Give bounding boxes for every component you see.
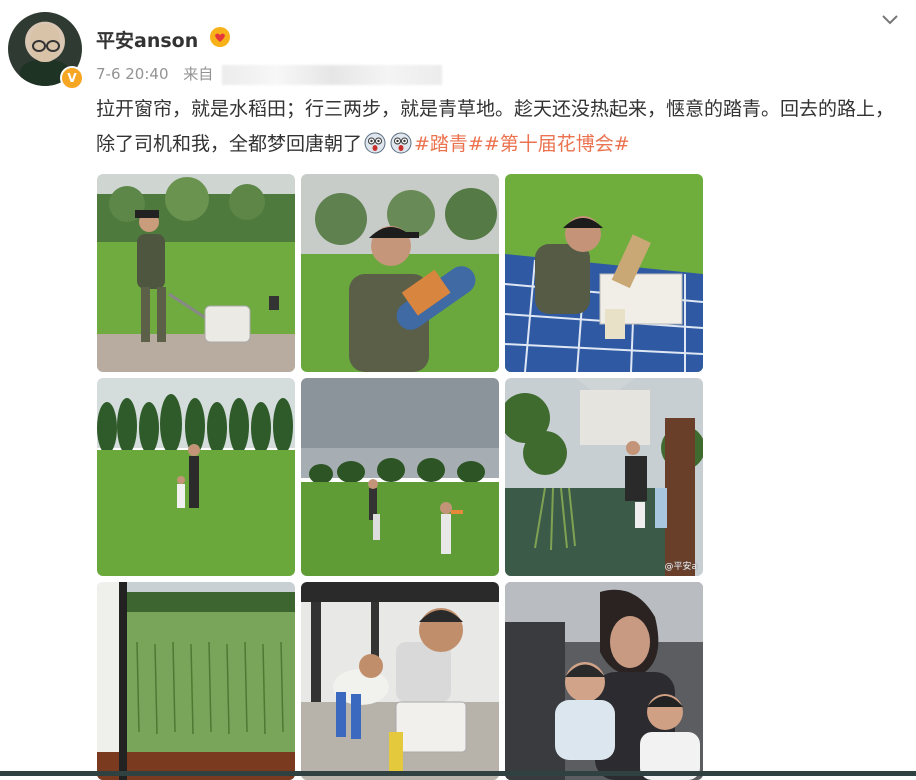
chevron-down-icon[interactable] [880,10,900,30]
photo-woman-child-field[interactable] [97,378,295,576]
post-source-blurred [222,64,443,85]
photo-grid: @平安a [97,174,703,780]
verified-badge-icon: V [60,66,84,90]
watermark: @平安a [664,562,697,572]
post-source-label: 来自 [183,65,214,83]
photo-kids-cooler[interactable] [301,582,499,780]
photo-sleeping-kids-car[interactable] [505,582,703,780]
photo-pond[interactable]: @平安a [505,378,703,576]
photo-man-holding-mat[interactable] [301,174,499,372]
sleeping-emoji-icon [364,132,386,154]
vip-heart-icon[interactable] [208,26,232,48]
avatar-glasses-right [46,40,60,52]
photo-picnic-blanket[interactable] [505,174,703,372]
avatar-glasses-left [32,40,46,52]
topic-link[interactable]: #踏青# [414,133,484,155]
topic-link[interactable]: #第十届花博会# [484,133,630,155]
sleeping-emoji-icon [390,132,412,154]
photo-rice-paddy[interactable] [97,582,295,780]
post-meta: 7-6 20:40 来自 [96,63,443,85]
post-content: 拉开窗帘，就是水稻田；行三两步，就是青草地。趁天还没热起来，惬意的踏青。回去的路… [96,92,904,162]
bottom-bar [0,771,916,776]
photo-children-lawn[interactable] [301,378,499,576]
post-timestamp[interactable]: 7-6 20:40 [96,65,169,83]
username[interactable]: 平安anson [96,26,198,53]
photo-man-pulling-cooler[interactable] [97,174,295,372]
